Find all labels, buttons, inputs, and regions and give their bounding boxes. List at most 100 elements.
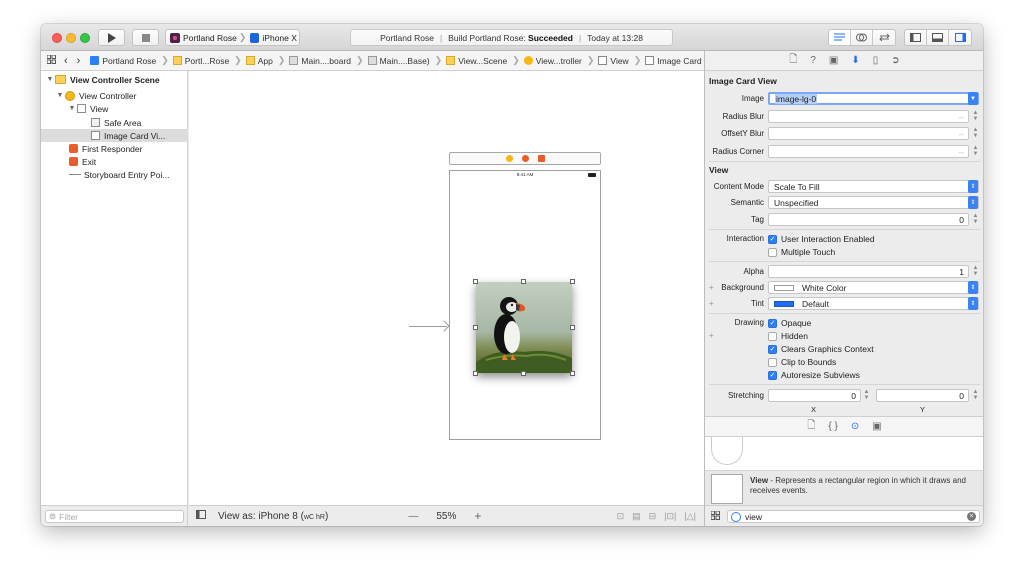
- library-search-input[interactable]: view ×: [727, 510, 980, 523]
- resolve-issues-icon[interactable]: |△|: [684, 511, 696, 522]
- outline-item-view-controller[interactable]: ▼ View Controller: [41, 89, 188, 102]
- crumb-view-controller[interactable]: View...troller: [523, 56, 582, 66]
- radius-blur-field[interactable]: --: [768, 110, 969, 123]
- background-color-popup[interactable]: White Color ⇕: [768, 281, 979, 294]
- utilities-toggle-button[interactable]: [949, 30, 971, 45]
- resize-handle[interactable]: [521, 279, 526, 284]
- library-item-view[interactable]: View - Represents a rectangular region i…: [705, 470, 983, 506]
- combo-chevron-icon[interactable]: ▼: [968, 92, 978, 105]
- offsety-blur-field[interactable]: --: [768, 127, 969, 140]
- opaque-checkbox[interactable]: ✓ Opaque: [768, 318, 811, 328]
- file-inspector-icon[interactable]: 🗋: [789, 52, 797, 69]
- user-interaction-checkbox[interactable]: ✓ User Interaction Enabled: [768, 234, 875, 244]
- clear-search-icon[interactable]: ×: [967, 512, 976, 521]
- file-template-library-icon[interactable]: 🗋: [807, 418, 815, 435]
- image-card-view[interactable]: [473, 279, 575, 376]
- attributes-inspector-icon[interactable]: ⬇: [851, 55, 859, 66]
- stretch-x-stepper[interactable]: ▲ ▼: [862, 389, 871, 402]
- filter-input[interactable]: ⊜ Filter: [45, 510, 184, 523]
- alpha-field[interactable]: 1: [768, 265, 969, 278]
- multiple-touch-checkbox[interactable]: Multiple Touch: [768, 247, 835, 257]
- outline-item-safe-area[interactable]: Safe Area: [41, 116, 188, 129]
- help-inspector-icon[interactable]: ?: [810, 55, 816, 66]
- crumb-group[interactable]: Portl...Rose: [172, 56, 229, 66]
- identity-inspector-icon[interactable]: ▣: [829, 55, 838, 66]
- radius-corner-field[interactable]: --: [768, 145, 969, 158]
- embed-in-stack-icon[interactable]: ⊡: [617, 511, 625, 522]
- offsety-blur-stepper[interactable]: ▲ ▼: [971, 127, 980, 140]
- outline-item-first-responder[interactable]: First Responder: [41, 142, 188, 155]
- outline-item-scene[interactable]: ▼ View Controller Scene: [41, 73, 188, 86]
- outline-item-image-card-view[interactable]: Image Card Vi...: [41, 129, 188, 142]
- disclosure-open-icon[interactable]: ▼: [55, 92, 65, 99]
- autoresize-checkbox[interactable]: ✓ Autoresize Subviews: [768, 370, 860, 380]
- resize-handle[interactable]: [570, 325, 575, 330]
- crumb-app-folder[interactable]: App: [245, 56, 273, 66]
- stretch-x-field[interactable]: 0: [768, 389, 861, 402]
- disclosure-open-icon[interactable]: ▼: [45, 76, 55, 83]
- stretch-y-field[interactable]: 0: [876, 389, 969, 402]
- entry-point-arrow[interactable]: [409, 326, 447, 327]
- resize-handle[interactable]: [521, 371, 526, 376]
- clip-to-bounds-checkbox[interactable]: Clip to Bounds: [768, 357, 836, 367]
- tag-stepper[interactable]: ▲ ▼: [971, 213, 980, 226]
- size-inspector-icon[interactable]: ▯: [873, 55, 879, 66]
- tag-field[interactable]: 0: [768, 213, 969, 226]
- radius-corner-stepper[interactable]: ▲ ▼: [971, 145, 980, 158]
- resize-handle[interactable]: [570, 371, 575, 376]
- content-mode-popup[interactable]: Scale To Fill ⇕: [768, 180, 979, 193]
- stop-button[interactable]: [132, 29, 159, 46]
- view-as-button[interactable]: View as: iPhone 8 (wC hR): [218, 511, 328, 522]
- scheme-selector[interactable]: Portland Rose ❯ iPhone X: [165, 29, 300, 46]
- related-items-icon[interactable]: [46, 54, 56, 66]
- exit-dock-icon[interactable]: [537, 155, 545, 162]
- minimize-window-button[interactable]: [66, 33, 76, 43]
- add-variation-icon[interactable]: +: [709, 283, 714, 292]
- disclosure-open-icon[interactable]: ▼: [67, 105, 77, 112]
- outline-item-exit[interactable]: Exit: [41, 155, 188, 168]
- clears-graphics-checkbox[interactable]: ✓ Clears Graphics Context: [768, 344, 874, 354]
- update-frames-icon[interactable]: ▤: [632, 511, 641, 522]
- zoom-out-button[interactable]: —: [408, 511, 418, 522]
- object-library-icon[interactable]: ⊙: [851, 421, 859, 432]
- debug-toggle-button[interactable]: [927, 30, 949, 45]
- stretch-y-stepper[interactable]: ▲ ▼: [971, 389, 980, 402]
- run-button[interactable]: [98, 29, 125, 46]
- add-variation-icon[interactable]: +: [709, 299, 714, 308]
- crumb-view[interactable]: View: [598, 56, 629, 66]
- grid-view-icon[interactable]: [710, 510, 720, 522]
- connections-inspector-icon[interactable]: ➲: [891, 55, 899, 66]
- storyboard-canvas[interactable]: 9:41 AM: [189, 71, 704, 505]
- resize-handle[interactable]: [473, 371, 478, 376]
- version-editor-button[interactable]: [873, 30, 895, 45]
- close-window-button[interactable]: [52, 33, 62, 43]
- toggle-outline-icon[interactable]: [196, 510, 206, 522]
- navigator-toggle-button[interactable]: [905, 30, 927, 45]
- crumb-project[interactable]: Portland Rose: [90, 56, 156, 66]
- media-library-icon[interactable]: ▣: [872, 421, 881, 432]
- crumb-storyboard-base[interactable]: Main....Base): [367, 56, 430, 66]
- scene-dock[interactable]: [449, 152, 601, 165]
- outline-item-view[interactable]: ▼ View: [41, 102, 188, 115]
- view-controller-dock-icon[interactable]: [505, 155, 513, 162]
- resize-handle[interactable]: [570, 279, 575, 284]
- code-snippet-library-icon[interactable]: { }: [828, 421, 837, 432]
- pin-icon[interactable]: |⊡|: [664, 511, 676, 522]
- crumb-storyboard[interactable]: Main....board: [289, 56, 351, 66]
- zoom-window-button[interactable]: [80, 33, 90, 43]
- hidden-checkbox[interactable]: Hidden: [768, 331, 808, 341]
- back-arrow-icon[interactable]: ‹: [64, 55, 68, 67]
- crumb-scene[interactable]: View...Scene: [446, 56, 507, 66]
- resize-handle[interactable]: [473, 325, 478, 330]
- image-combo-field[interactable]: image-lg-0 ▼: [768, 92, 979, 105]
- assistant-editor-button[interactable]: [851, 30, 873, 45]
- forward-arrow-icon[interactable]: ›: [77, 55, 81, 67]
- first-responder-dock-icon[interactable]: [521, 155, 529, 162]
- add-variation-icon[interactable]: +: [709, 331, 714, 340]
- semantic-popup[interactable]: Unspecified ⇕: [768, 196, 979, 209]
- zoom-in-button[interactable]: +: [474, 509, 481, 523]
- resize-handle[interactable]: [473, 279, 478, 284]
- alpha-stepper[interactable]: ▲ ▼: [971, 265, 980, 278]
- align-icon[interactable]: ⊟: [649, 511, 657, 522]
- radius-blur-stepper[interactable]: ▲ ▼: [971, 110, 980, 123]
